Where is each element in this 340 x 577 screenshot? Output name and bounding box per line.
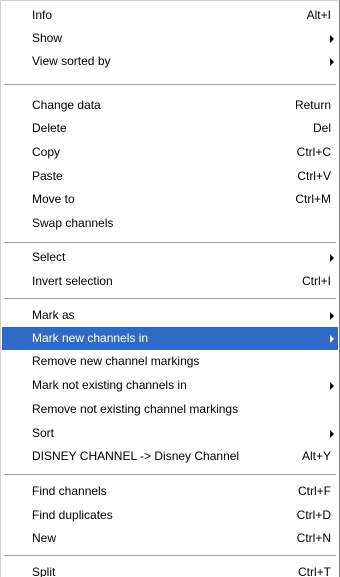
menu-item-remove-not-existing-channel-markings[interactable]: Remove not existing channel markings: [2, 398, 338, 421]
menu-item-label: Select: [32, 250, 66, 264]
menu-item-shortcut: Return: [294, 98, 331, 112]
menu-item-mark-as[interactable]: Mark as: [2, 304, 338, 327]
menu-item-mark-not-existing-channels-in[interactable]: Mark not existing channels in: [2, 374, 338, 397]
menu-item-label: Split: [32, 565, 56, 577]
menu-item-label: Mark as: [32, 308, 75, 322]
menu-item-swap-channels[interactable]: Swap channels: [2, 212, 338, 235]
menu-item-shortcut: Ctrl+T: [298, 565, 331, 577]
menu-item-label: Show: [32, 31, 63, 45]
menu-item-label: Find channels: [32, 484, 107, 498]
chevron-right-icon: [330, 430, 334, 438]
chevron-right-icon: [330, 35, 334, 43]
menu-item-remove-new-channel-markings[interactable]: Remove new channel markings: [2, 350, 338, 373]
menu-separator: [4, 555, 336, 557]
menu-item-shortcut: Ctrl+M: [295, 192, 331, 206]
menu-item-shortcut: Ctrl+D: [296, 508, 331, 522]
menu-item-view-sorted-by[interactable]: View sorted by: [2, 50, 338, 73]
menu-item-sort[interactable]: Sort: [2, 422, 338, 445]
menu-separator: [4, 242, 336, 244]
menu-item-shortcut: Ctrl+V: [297, 169, 331, 183]
menu-item-label: Mark new channels in: [32, 331, 149, 345]
menu-item-shortcut: Alt+Y: [301, 449, 331, 463]
menu-item-label: Swap channels: [32, 216, 114, 230]
menu-item-label: Find duplicates: [32, 508, 113, 522]
menu-item-copy[interactable]: Copy Ctrl+C: [2, 141, 338, 164]
menu-item-delete[interactable]: Delete Del: [2, 117, 338, 140]
menu-item-label: New: [32, 531, 57, 545]
menu-item-invert-selection[interactable]: Invert selection Ctrl+I: [2, 270, 338, 293]
menu-item-shortcut: Del: [312, 121, 331, 135]
menu-item-new[interactable]: New Ctrl+N: [2, 527, 338, 550]
menu-item-mark-new-channels-in[interactable]: Mark new channels in: [2, 327, 338, 350]
menu-item-label: Sort: [32, 426, 55, 440]
menu-item-disney-channel-rename[interactable]: DISNEY CHANNEL -> Disney Channel Alt+Y: [2, 445, 338, 468]
menu-item-label: DISNEY CHANNEL -> Disney Channel: [32, 449, 240, 463]
menu-item-info[interactable]: Info Alt+I: [2, 4, 338, 27]
menu-item-find-channels[interactable]: Find channels Ctrl+F: [2, 480, 338, 503]
menu-item-shortcut: Ctrl+N: [296, 531, 331, 545]
menu-item-label: Copy: [32, 145, 61, 159]
menu-separator: [4, 298, 336, 300]
menu-item-shortcut: Alt+I: [306, 8, 331, 22]
menu-separator: [4, 84, 336, 86]
menu-item-paste[interactable]: Paste Ctrl+V: [2, 165, 338, 188]
menu-item-select[interactable]: Select: [2, 246, 338, 269]
chevron-right-icon: [330, 382, 334, 390]
chevron-right-icon: [330, 312, 334, 320]
menu-item-label: Move to: [32, 192, 75, 206]
menu-item-move-to[interactable]: Move to Ctrl+M: [2, 188, 338, 211]
menu-item-label: Mark not existing channels in: [32, 378, 187, 392]
chevron-right-icon: [330, 254, 334, 262]
menu-item-shortcut: Ctrl+C: [296, 145, 331, 159]
menu-item-split[interactable]: Split Ctrl+T: [2, 561, 338, 577]
menu-item-shortcut: Ctrl+I: [301, 274, 331, 288]
menu-item-label: Remove not existing channel markings: [32, 402, 239, 416]
menu-item-label: Info: [32, 8, 53, 22]
context-menu: Info Alt+I Show View sorted by Change da…: [0, 0, 340, 577]
menu-item-label: View sorted by: [32, 54, 111, 68]
chevron-right-icon: [330, 335, 334, 343]
menu-item-change-data[interactable]: Change data Return: [2, 94, 338, 117]
menu-item-label: Change data: [32, 98, 101, 112]
menu-item-show[interactable]: Show: [2, 27, 338, 50]
menu-item-label: Delete: [32, 121, 67, 135]
chevron-right-icon: [330, 58, 334, 66]
menu-item-label: Remove new channel markings: [32, 354, 200, 368]
menu-item-label: Invert selection: [32, 274, 113, 288]
menu-item-label: Paste: [32, 169, 63, 183]
menu-separator: [4, 474, 336, 476]
menu-item-find-duplicates[interactable]: Find duplicates Ctrl+D: [2, 504, 338, 527]
menu-item-shortcut: Ctrl+F: [298, 484, 331, 498]
